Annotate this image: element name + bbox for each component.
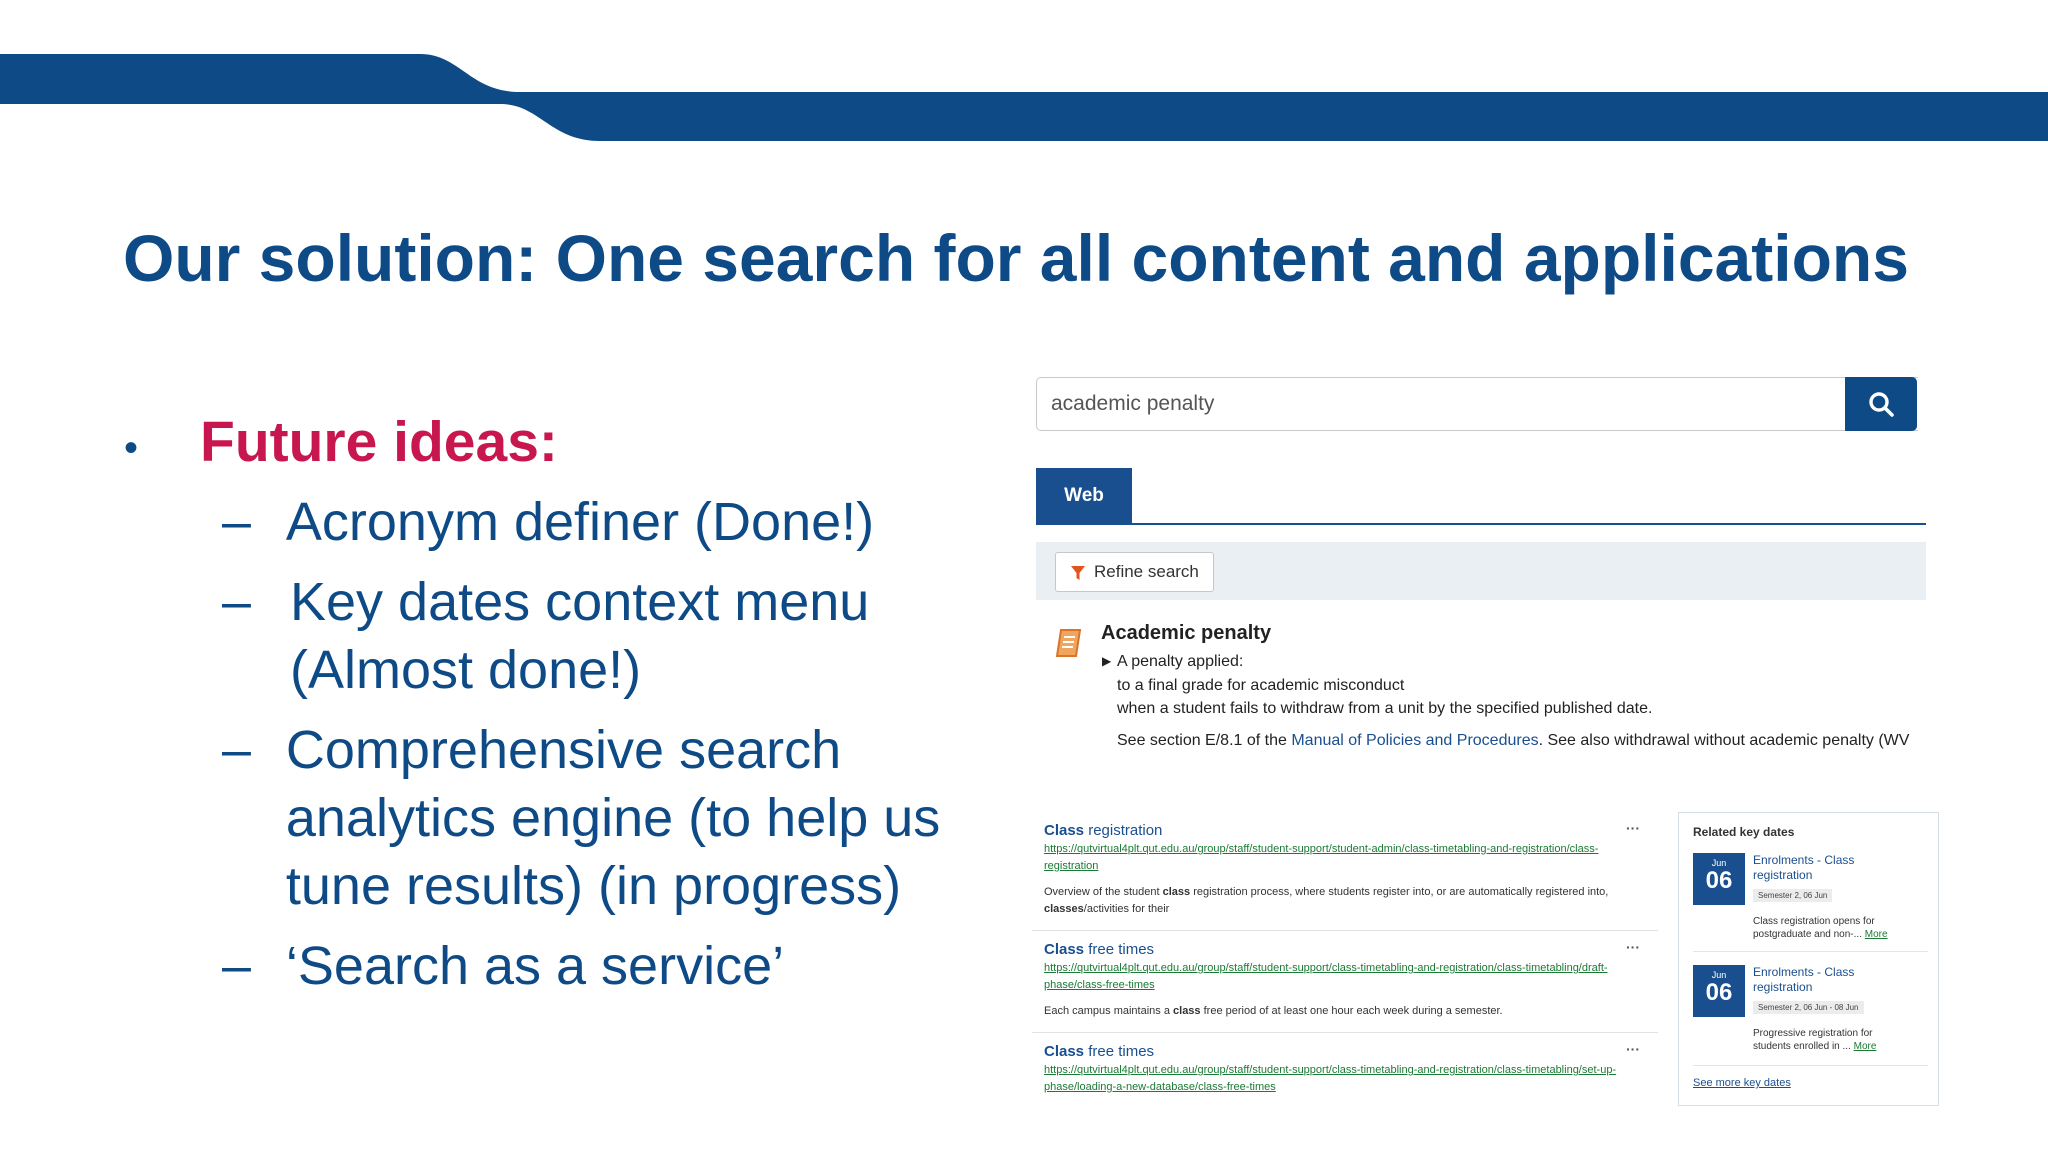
- dash: –: [222, 573, 251, 632]
- results-list: Class registration https://qutvirtual4pl…: [1032, 812, 1658, 1108]
- page-title: Our solution: One search for all content…: [123, 221, 1909, 295]
- date-day: 06: [1705, 979, 1733, 1006]
- result-desc: Each campus maintains a class free perio…: [1044, 1005, 1503, 1017]
- see-more-key-dates-link[interactable]: See more key dates: [1693, 1077, 1791, 1089]
- date-badge: Jun 06: [1693, 965, 1745, 1017]
- acronym-lines: ▶ A penalty applied: to a final grade fo…: [1102, 650, 1937, 721]
- bullet-list: • Future ideas: – Acronym definer (Done!…: [120, 408, 1000, 1000]
- more-options-icon[interactable]: ···: [1626, 1041, 1640, 1057]
- acronym-line: A penalty applied:: [1117, 653, 1244, 670]
- tab-underline: [1036, 523, 1926, 525]
- result-url[interactable]: https://qutvirtual4plt.qut.edu.au/group/…: [1044, 960, 1644, 994]
- result-item: Class free times https://qutvirtual4plt.…: [1032, 931, 1658, 1033]
- dash: –: [222, 493, 251, 552]
- manual-link[interactable]: Manual of Policies and Procedures: [1291, 732, 1538, 749]
- sub-item: – Acronym definer (Done!): [222, 488, 1000, 556]
- acronym-title: Academic penalty: [1101, 622, 1272, 644]
- divider: [1693, 951, 1928, 952]
- sub-item: – ‘Search as a service’: [222, 932, 1000, 1000]
- filter-icon: [1071, 566, 1085, 580]
- key-date-title[interactable]: Enrolments - Class registration: [1753, 853, 1913, 883]
- result-title[interactable]: Class registration: [1044, 822, 1644, 839]
- sub-item-text: ‘Search as a service’: [285, 936, 785, 997]
- acronym-see-also: See section E/8.1 of the Manual of Polic…: [1117, 732, 1930, 750]
- dash: –: [222, 721, 251, 780]
- result-item: Class free times https://qutvirtual4plt.…: [1032, 1033, 1658, 1108]
- sub-item-text: Acronym definer (Done!): [285, 492, 875, 553]
- sub-item-text: Comprehensive search analytics engine (t…: [285, 720, 941, 917]
- key-dates-panel: Related key dates Jun 06 Enrolments - Cl…: [1678, 812, 1939, 1106]
- result-url[interactable]: https://qutvirtual4plt.qut.edu.au/group/…: [1044, 1062, 1644, 1096]
- sub-item: – Comprehensive search analytics engine …: [222, 716, 1000, 920]
- bullet-main-text: Future ideas:: [200, 410, 558, 474]
- more-options-icon[interactable]: ···: [1626, 820, 1640, 836]
- search-input[interactable]: [1051, 388, 1811, 420]
- key-date-semester: Semester 2, 06 Jun: [1753, 889, 1833, 902]
- refine-search-label: Refine search: [1094, 562, 1199, 581]
- key-date-item: Jun 06 Enrolments - Class registration S…: [1693, 853, 1928, 949]
- refine-bar: Refine search: [1036, 542, 1926, 600]
- dash: –: [222, 937, 251, 996]
- bullet-dot: •: [124, 426, 139, 470]
- date-badge: Jun 06: [1693, 853, 1745, 905]
- key-dates-heading: Related key dates: [1693, 825, 1795, 839]
- divider: [1693, 1065, 1928, 1066]
- acronym-line: when a student fails to withdraw from a …: [1117, 700, 1653, 717]
- key-date-item: Jun 06 Enrolments - Class registration S…: [1693, 965, 1928, 1061]
- key-date-title[interactable]: Enrolments - Class registration: [1753, 965, 1913, 995]
- more-link[interactable]: More: [1854, 1041, 1877, 1052]
- result-title[interactable]: Class free times: [1044, 941, 1644, 958]
- sub-item: – Key dates context menu (Almost done!): [222, 568, 1000, 704]
- refine-search-button[interactable]: Refine search: [1055, 552, 1214, 592]
- key-date-desc: Class registration opens for postgraduat…: [1753, 916, 1888, 940]
- search-button[interactable]: [1845, 377, 1917, 431]
- key-date-desc: Progressive registration for students en…: [1753, 1028, 1877, 1052]
- search-box: ✖: [1036, 377, 1918, 431]
- key-date-semester: Semester 2, 06 Jun - 08 Jun: [1753, 1001, 1864, 1014]
- result-desc: Overview of the student class registrati…: [1044, 886, 1609, 915]
- bullet-main: • Future ideas:: [120, 408, 1000, 476]
- acronym-line: to a final grade for academic misconduct: [1117, 676, 1405, 694]
- see-also-prefix: See section E/8.1 of the: [1117, 732, 1292, 749]
- header-banner: [0, 54, 2048, 141]
- more-options-icon[interactable]: ···: [1626, 939, 1640, 955]
- book-icon: [1055, 629, 1082, 657]
- more-link[interactable]: More: [1865, 929, 1888, 940]
- sub-item-text: Key dates context menu (Almost done!): [290, 572, 870, 701]
- caret-right-icon[interactable]: ▶: [1102, 650, 1111, 674]
- search-icon: [1869, 392, 1894, 417]
- see-also-suffix: . See also withdrawal without academic p…: [1538, 732, 1910, 749]
- date-day: 06: [1705, 867, 1733, 894]
- result-title[interactable]: Class free times: [1044, 1043, 1644, 1060]
- result-item: Class registration https://qutvirtual4pl…: [1032, 812, 1658, 931]
- tab-web[interactable]: Web: [1036, 468, 1132, 524]
- result-url[interactable]: https://qutvirtual4plt.qut.edu.au/group/…: [1044, 841, 1644, 875]
